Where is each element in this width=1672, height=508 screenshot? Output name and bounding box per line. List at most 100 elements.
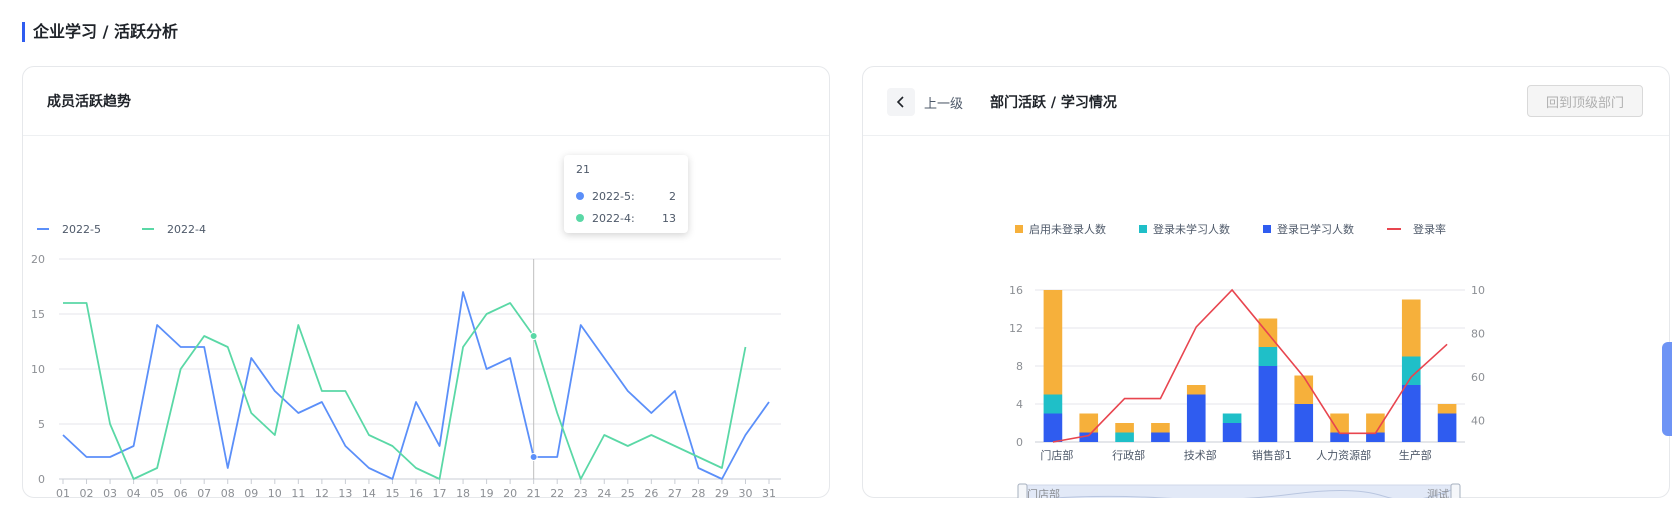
back-button[interactable] xyxy=(887,88,915,116)
y-tick-label: 12 xyxy=(1009,322,1023,335)
slider-handle-right xyxy=(1450,483,1461,498)
back-to-top-department-button[interactable]: 回到顶级部门 xyxy=(1527,85,1643,117)
x-tick-label: 03 xyxy=(103,487,117,498)
x-tick-label: 11 xyxy=(291,487,305,498)
x-tick-label: 21 xyxy=(527,487,541,498)
x-tick-label: 18 xyxy=(456,487,470,498)
x-tick-label: 23 xyxy=(574,487,588,498)
y2-tick-label: 60 xyxy=(1471,371,1485,384)
x-tick-label: 20 xyxy=(503,487,517,498)
x-tick-label: 28 xyxy=(691,487,705,498)
bar-segment xyxy=(1401,385,1421,442)
y-tick-label: 0 xyxy=(1016,436,1023,449)
x-tick-label: 09 xyxy=(244,487,258,498)
tooltip-row: 2022-4: 13 xyxy=(576,207,676,229)
department-activity-card: 上一级 部门活跃 / 学习情况 回到顶级部门 启用未登录人数 登录未学习人数 登录已… xyxy=(862,66,1670,498)
x-tick-label: 12 xyxy=(315,487,329,498)
legend-label: 2022-4 xyxy=(167,223,206,236)
legend-label: 启用未登录人数 xyxy=(1029,222,1106,236)
x-tick-label: 17 xyxy=(433,487,447,498)
x-tick-label: 生产部 xyxy=(1399,448,1432,462)
tooltip-series-name: 2022-5: xyxy=(592,189,635,203)
x-tick-label: 02 xyxy=(80,487,94,498)
series-dot-icon xyxy=(576,192,584,200)
y-tick-label: 4 xyxy=(1016,398,1023,411)
x-tick-label: 07 xyxy=(197,487,211,498)
bar-segment xyxy=(1186,385,1206,395)
x-tick-label: 14 xyxy=(362,487,376,498)
slider-track xyxy=(1022,484,1456,498)
series-dot-icon xyxy=(576,214,584,222)
x-tick-label: 门店部 xyxy=(1040,448,1073,462)
bar-segment xyxy=(1222,423,1242,442)
parent-level-link[interactable]: 上一级 xyxy=(924,93,963,112)
x-tick-label: 06 xyxy=(174,487,188,498)
bar-segment xyxy=(1186,394,1206,442)
bar-segment xyxy=(1151,423,1170,433)
x-tick-label: 24 xyxy=(597,487,611,498)
x-tick-label: 30 xyxy=(738,487,752,498)
card-header: 上一级 部门活跃 / 学习情况 回到顶级部门 xyxy=(863,67,1669,136)
chart-tooltip: 21 2022-5: 2 2022-4: 13 xyxy=(564,155,688,233)
x-tick-label: 27 xyxy=(668,487,682,498)
x-tick-label: 04 xyxy=(127,487,141,498)
y-tick-label: 16 xyxy=(1009,284,1023,297)
x-tick-label: 行政部 xyxy=(1112,448,1145,462)
y-tick-label: 0 xyxy=(38,473,45,486)
legend-label: 2022-5 xyxy=(62,223,101,236)
activity-line-chart[interactable]: 2022-5 2022-40510152001 02 03 04 05 06 07 08 09 10… xyxy=(23,136,829,498)
tooltip-series-value: 13 xyxy=(662,211,676,225)
member-activity-card: 成员活跃趋势 2022-5 2022-4 0 5 10 15 20 01 02 03 04 05 06 0… xyxy=(22,66,830,498)
tooltip-header: 21 xyxy=(576,163,590,176)
legend-label: 登录率 xyxy=(1413,222,1446,236)
department-bar-chart[interactable]: 启用未登录人数 登录未学习人数 登录已学习人数 登录率 0 4 8 12 16 40 60 80 10 门… xyxy=(863,136,1669,498)
x-tick-label: 25 xyxy=(621,487,635,498)
bar-segment xyxy=(1258,366,1278,442)
card-title: 成员活跃趋势 xyxy=(47,94,131,110)
page-title: 企业学习 / 活跃分析 xyxy=(22,22,178,42)
bar-segment xyxy=(1151,432,1170,442)
bar-segment xyxy=(1437,413,1457,442)
x-tick-label: 13 xyxy=(338,487,352,498)
bar-segment xyxy=(1043,290,1063,395)
chevron-left-icon xyxy=(896,96,904,108)
x-tick-label: 29 xyxy=(715,487,729,498)
tooltip-series-name: 2022-4: xyxy=(592,211,635,225)
legend-square-icon xyxy=(1263,225,1271,233)
y-tick-label: 5 xyxy=(38,418,45,431)
x-tick-label: 19 xyxy=(480,487,494,498)
bar-segment xyxy=(1222,413,1242,423)
highlight-point xyxy=(529,332,538,340)
card-header: 成员活跃趋势 xyxy=(23,67,829,136)
slider-handle-left xyxy=(1017,483,1028,498)
slider-end-label: 测试 xyxy=(1427,488,1449,498)
x-tick-label: 31 xyxy=(762,487,776,498)
side-scroll-handle[interactable] xyxy=(1662,342,1672,436)
bar-segment xyxy=(1258,347,1278,366)
y-tick-label: 8 xyxy=(1016,360,1023,373)
bar-segment xyxy=(1043,413,1063,442)
y-tick-label: 15 xyxy=(31,308,45,321)
bar-segment xyxy=(1437,404,1457,414)
y2-tick-label: 40 xyxy=(1471,414,1485,427)
x-tick-label: 销售部1 xyxy=(1252,448,1292,462)
tooltip-row: 2022-5: 2 xyxy=(576,185,676,207)
x-tick-label: 26 xyxy=(644,487,658,498)
x-tick-label: 22 xyxy=(550,487,564,498)
slider-start-label: 门店部 xyxy=(1027,487,1060,498)
highlight-point xyxy=(529,453,538,461)
x-tick-label: 01 xyxy=(56,487,70,498)
y-tick-label: 10 xyxy=(31,363,45,376)
card-title: 部门活跃 / 学习情况 xyxy=(990,95,1117,111)
x-tick-label: 10 xyxy=(268,487,282,498)
y2-tick-label: 80 xyxy=(1471,327,1485,340)
bar-segment xyxy=(1401,299,1421,357)
bar-segment xyxy=(1294,375,1314,404)
tooltip-series-value: 2 xyxy=(669,189,676,203)
legend-square-icon xyxy=(1139,225,1147,233)
legend-square-icon xyxy=(1015,225,1023,233)
bar-segment xyxy=(1115,432,1134,442)
bar-segment xyxy=(1043,394,1063,414)
legend-label: 登录已学习人数 xyxy=(1277,222,1354,236)
series-line-2022-4 xyxy=(63,302,747,480)
